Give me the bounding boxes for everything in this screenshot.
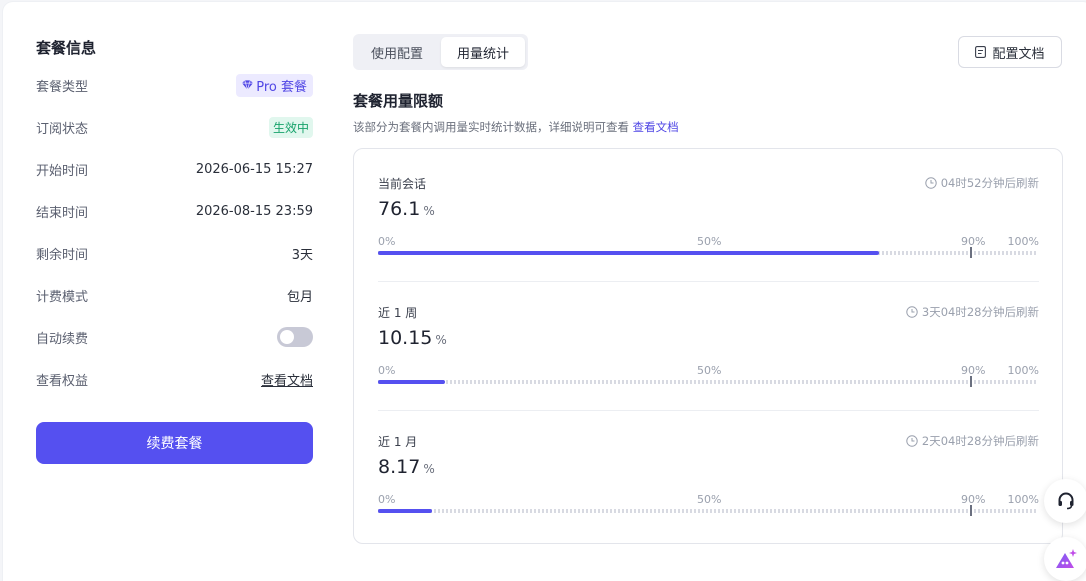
clock-icon: [925, 177, 937, 189]
tick-label-50: 50%: [697, 493, 722, 506]
document-icon: [975, 46, 987, 58]
tab-bar: 使用配置 用量统计: [353, 34, 528, 70]
usage-refresh: 04时52分钟后刷新: [925, 175, 1039, 191]
clock-icon: [906, 306, 918, 318]
ai-assistant-button[interactable]: [1044, 537, 1086, 581]
tab-usage-stats[interactable]: 用量统计: [441, 37, 525, 67]
usage-value: 8.17%: [378, 456, 435, 478]
tick-label-0: 0%: [378, 235, 396, 248]
usage-block-week: 近 1 周 3天04时28分钟后刷新 10.15% 0% 50% 90% 100…: [378, 304, 1039, 414]
usage-name: 近 1 月: [378, 435, 418, 449]
usage-progress-fill: [378, 251, 880, 255]
usage-progress-fill: [378, 509, 432, 513]
usage-progress-fill: [378, 380, 445, 384]
config-doc-button[interactable]: 配置文档: [958, 36, 1062, 68]
usage-name: 当前会话: [378, 177, 427, 191]
refresh-text: 2天04时28分钟后刷新: [921, 434, 1039, 448]
usage-unit: %: [423, 204, 435, 218]
usage-value: 76.1%: [378, 198, 435, 220]
refresh-text: 04时52分钟后刷新: [940, 176, 1039, 190]
usage-description-text: 该部分为套餐内调用量实时统计数据，详细说明可查看: [353, 120, 629, 134]
billing-mode-row: 计费模式 包月: [36, 284, 313, 306]
threshold-marker-90: [970, 376, 972, 387]
usage-section-description: 该部分为套餐内调用量实时统计数据，详细说明可查看 查看文档: [353, 119, 679, 135]
usage-number: 76.1: [378, 198, 421, 220]
config-doc-label: 配置文档: [992, 46, 1045, 62]
plan-type-label: 套餐类型: [36, 79, 89, 95]
end-time-label: 结束时间: [36, 205, 89, 221]
divider: [378, 410, 1039, 411]
usage-number: 10.15: [378, 327, 433, 349]
usage-progress-track: [378, 247, 1037, 258]
remaining-time-label: 剩余时间: [36, 247, 89, 263]
end-time-value: 2026-08-15 23:59: [195, 203, 313, 219]
tick-label-100: 100%: [1007, 235, 1039, 248]
view-docs-link[interactable]: 查看文档: [261, 370, 313, 389]
auto-renew-label: 自动续费: [36, 331, 89, 347]
subscription-status-row: 订阅状态 生效中: [36, 116, 313, 138]
usage-unit: %: [435, 333, 447, 347]
usage-unit: %: [423, 462, 435, 476]
usage-value: 10.15%: [378, 327, 447, 349]
usage-number: 8.17: [378, 456, 421, 478]
tick-label-90: 90%: [961, 235, 986, 248]
auto-renew-toggle[interactable]: [277, 327, 313, 347]
billing-mode-value: 包月: [286, 289, 313, 305]
usage-block-session: 当前会话 04时52分钟后刷新 76.1% 0% 50% 90% 100%: [378, 175, 1039, 285]
plan-type-row: 套餐类型 Pro 套餐: [36, 73, 313, 97]
usage-refresh: 2天04时28分钟后刷新: [906, 433, 1039, 449]
tick-label-90: 90%: [961, 493, 986, 506]
view-benefits-label: 查看权益: [36, 373, 89, 389]
toggle-knob: [280, 330, 294, 344]
start-time-value: 2026-06-15 15:27: [195, 161, 313, 177]
support-button[interactable]: [1044, 479, 1086, 523]
usage-box: 当前会话 04时52分钟后刷新 76.1% 0% 50% 90% 100% 近 …: [353, 148, 1063, 544]
auto-renew-row: 自动续费: [36, 326, 313, 348]
usage-refresh: 3天04时28分钟后刷新: [906, 304, 1039, 320]
view-benefits-row: 查看权益 查看文档: [36, 368, 313, 390]
clock-icon: [906, 435, 918, 447]
tab-usage-config[interactable]: 使用配置: [357, 37, 437, 67]
start-time-label: 开始时间: [36, 163, 89, 179]
usage-progress-track: [378, 376, 1037, 387]
tick-label-0: 0%: [378, 493, 396, 506]
remaining-time-value: 3天: [291, 247, 313, 263]
usage-progress-track: [378, 505, 1037, 516]
tick-label-0: 0%: [378, 364, 396, 377]
tick-label-100: 100%: [1007, 364, 1039, 377]
start-time-row: 开始时间 2026-06-15 15:27: [36, 158, 313, 180]
usage-doc-link[interactable]: 查看文档: [633, 120, 679, 134]
threshold-marker-90: [970, 505, 972, 516]
usage-block-month: 近 1 月 2天04时28分钟后刷新 8.17% 0% 50% 90% 100%: [378, 433, 1039, 543]
remaining-time-row: 剩余时间 3天: [36, 242, 313, 264]
diamond-icon: [242, 80, 254, 90]
threshold-marker-90: [970, 247, 972, 258]
tick-label-100: 100%: [1007, 493, 1039, 506]
plan-info-title: 套餐信息: [36, 39, 97, 57]
headset-icon: [1058, 492, 1074, 510]
tick-label-50: 50%: [697, 235, 722, 248]
usage-name: 近 1 周: [378, 306, 418, 320]
divider: [378, 281, 1039, 282]
usage-section-title: 套餐用量限额: [353, 92, 444, 110]
billing-mode-label: 计费模式: [36, 289, 89, 305]
subscription-status-label: 订阅状态: [36, 121, 89, 137]
status-badge: 生效中: [268, 116, 313, 138]
plan-info-panel: 套餐信息 套餐类型 Pro 套餐 订阅状态 生效中 开始时间 2026-06-1…: [36, 38, 313, 389]
plan-type-badge: Pro 套餐: [236, 73, 313, 97]
renew-plan-button[interactable]: 续费套餐: [36, 422, 313, 464]
ai-assistant-icon: [1056, 549, 1077, 568]
tick-label-50: 50%: [697, 364, 722, 377]
end-time-row: 结束时间 2026-08-15 23:59: [36, 200, 313, 222]
refresh-text: 3天04时28分钟后刷新: [921, 305, 1039, 319]
plan-type-value: Pro 套餐: [256, 79, 307, 95]
tick-label-90: 90%: [961, 364, 986, 377]
